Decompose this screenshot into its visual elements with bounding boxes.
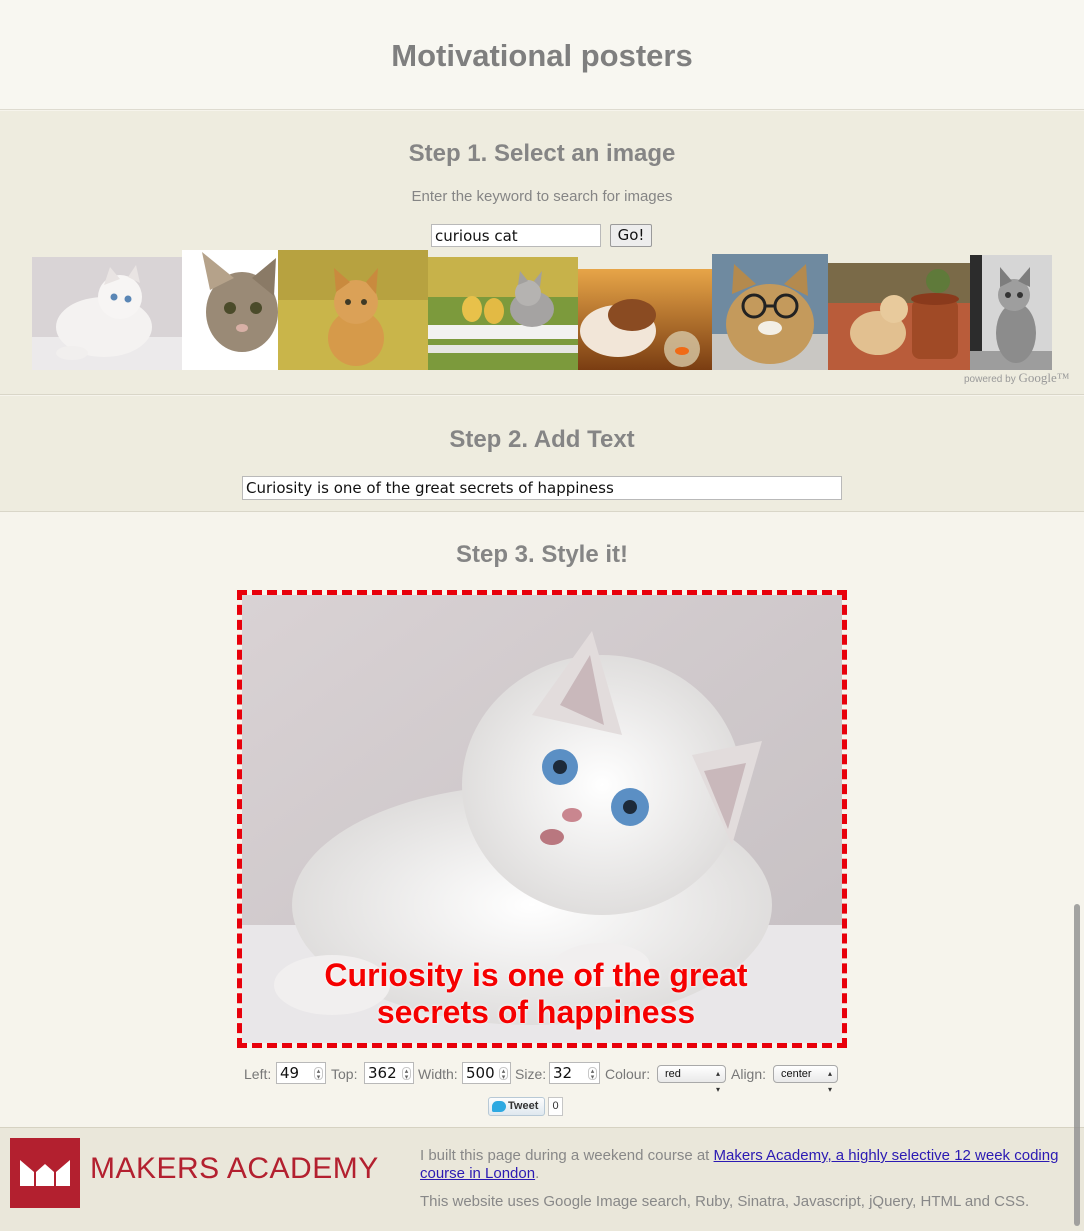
brand-name[interactable]: MAKERS ACADEMY xyxy=(90,1152,379,1186)
spinner-arrows-icon[interactable]: ▴ ▾ xyxy=(314,1067,323,1081)
spinner-arrows-icon[interactable]: ▴ ▾ xyxy=(499,1067,508,1081)
width-label: Width: xyxy=(418,1066,458,1082)
top-value: 362 xyxy=(368,1064,397,1082)
tweet-label: Tweet xyxy=(508,1100,539,1112)
top-label: Top: xyxy=(331,1066,358,1082)
tweet-button[interactable]: Tweet xyxy=(488,1097,545,1116)
thumbnail-cat-glasses[interactable] xyxy=(712,254,828,370)
thumbnail-white-kitten[interactable] xyxy=(32,257,182,370)
header: Motivational posters xyxy=(0,0,1084,110)
colour-label: Colour: xyxy=(605,1066,651,1082)
powered-by-google: powered by Google™ xyxy=(964,370,1070,386)
left-input[interactable]: 49 ▴ ▾ xyxy=(276,1062,326,1084)
width-value: 500 xyxy=(466,1064,495,1082)
tech-note: This website uses Google Image search, R… xyxy=(420,1193,1030,1210)
poster-text-input[interactable]: Curiosity is one of the great secrets of… xyxy=(242,476,842,500)
thumbnail-kitten-pot[interactable] xyxy=(828,263,970,370)
footer-credit: I built this page during a weekend cours… xyxy=(420,1147,1070,1183)
select-arrows-icon: ▴ ▾ xyxy=(827,1069,832,1094)
thumbnail-kitten-ducklings[interactable] xyxy=(428,257,578,370)
tweet-count: 0 xyxy=(548,1097,563,1116)
align-value: center xyxy=(781,1068,812,1080)
footer-credit-end: . xyxy=(535,1165,540,1182)
search-row: curious cat Go! xyxy=(431,224,652,247)
size-label: Size: xyxy=(515,1066,547,1082)
google-logo: Google™ xyxy=(1018,370,1070,385)
vertical-scrollbar[interactable] xyxy=(1074,904,1080,1226)
step1-heading: Step 1. Select an image xyxy=(408,140,676,167)
step1-section: Step 1. Select an image Enter the keywor… xyxy=(0,111,1084,395)
search-input[interactable]: curious cat xyxy=(431,224,601,247)
left-label: Left: xyxy=(244,1066,272,1082)
align-select[interactable]: center ▴ ▾ xyxy=(773,1065,838,1094)
poster-preview[interactable]: Curiosity is one of the great secrets of… xyxy=(237,590,847,1048)
makers-academy-logo-icon[interactable] xyxy=(10,1138,80,1208)
width-input[interactable]: 500 ▴ ▾ xyxy=(462,1062,511,1084)
search-hint: Enter the keyword to search for images xyxy=(411,188,673,205)
step2-section: Step 2. Add Text Curiosity is one of the… xyxy=(0,396,1084,512)
page-title: Motivational posters xyxy=(391,38,693,73)
size-input[interactable]: 32 ▴ ▾ xyxy=(549,1062,600,1084)
select-arrows-icon: ▴ ▾ xyxy=(715,1069,720,1094)
powered-by-label: powered by xyxy=(964,374,1016,385)
footer: MAKERS ACADEMY I built this page during … xyxy=(0,1127,1084,1231)
thumbnail-cat-goldfish[interactable] xyxy=(578,269,712,370)
step2-heading: Step 2. Add Text xyxy=(449,426,635,453)
thumbnail-orange-kitten[interactable] xyxy=(278,250,428,370)
twitter-bird-icon xyxy=(492,1101,506,1112)
colour-value: red xyxy=(665,1068,681,1080)
thumbnail-tabby-window[interactable] xyxy=(970,255,1052,370)
colour-select[interactable]: red ▴ ▾ xyxy=(657,1065,726,1094)
step3-heading: Step 3. Style it! xyxy=(455,541,629,568)
thumbnail-tabby-kitten[interactable] xyxy=(182,250,278,370)
go-button[interactable]: Go! xyxy=(610,224,652,247)
top-input[interactable]: 362 ▴ ▾ xyxy=(364,1062,414,1084)
spinner-arrows-icon[interactable]: ▴ ▾ xyxy=(402,1067,411,1081)
footer-credit-text: I built this page during a weekend cours… xyxy=(420,1147,714,1164)
size-value: 32 xyxy=(553,1064,573,1082)
align-label: Align: xyxy=(731,1066,767,1082)
left-value: 49 xyxy=(280,1064,300,1082)
poster-text[interactable]: Curiosity is one of the great secrets of… xyxy=(286,957,786,1031)
spinner-arrows-icon[interactable]: ▴ ▾ xyxy=(588,1067,597,1081)
